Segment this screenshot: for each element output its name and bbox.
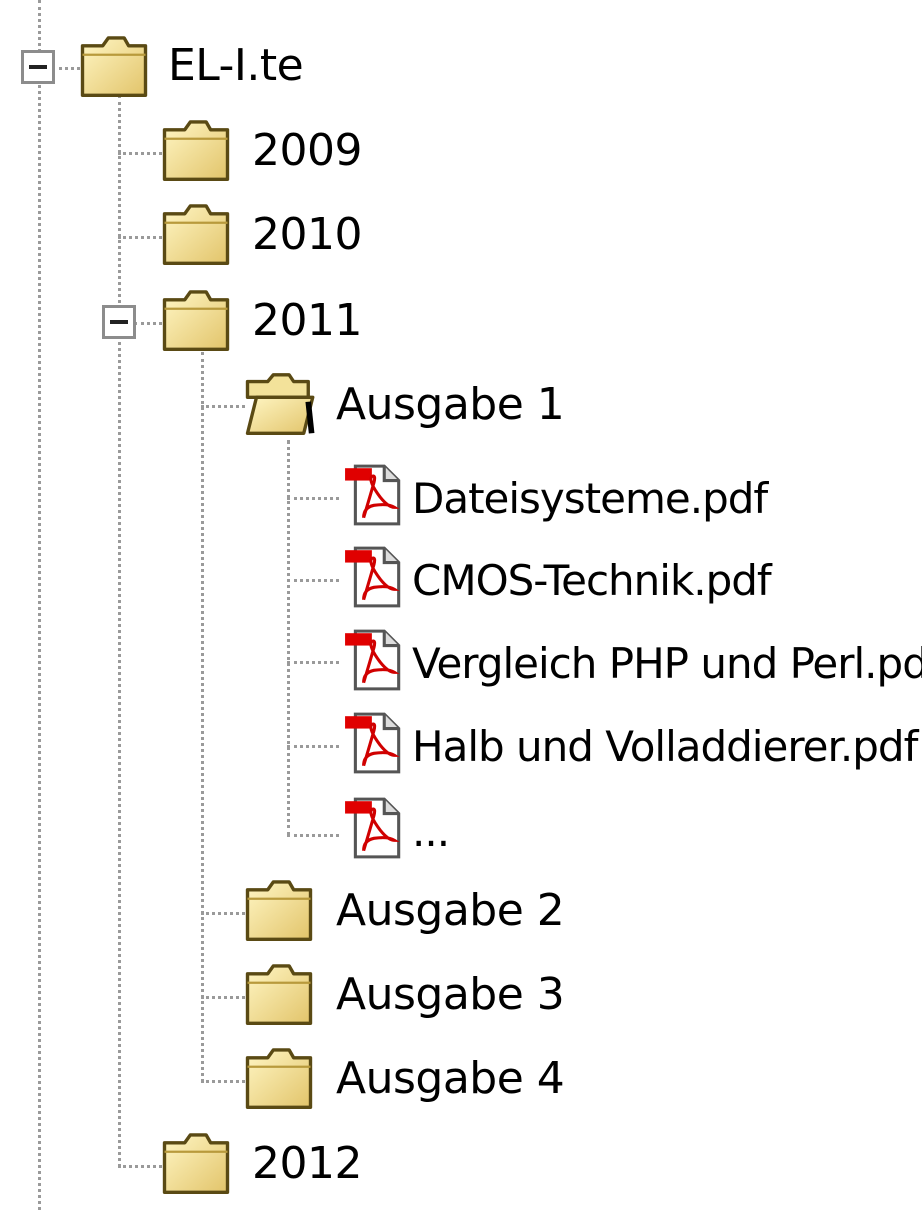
tree-connector-line bbox=[287, 745, 339, 748]
folder-icon bbox=[160, 198, 232, 270]
file-item-label[interactable]: Halb und Volladdierer.pdf bbox=[412, 723, 918, 771]
tree-connector-line bbox=[287, 661, 339, 664]
pdf-file-icon bbox=[343, 462, 409, 528]
folder-icon bbox=[243, 958, 315, 1030]
folder-tree: EL-I.te 2009 2010 2011 Ausgabe 1 Dateisy… bbox=[0, 0, 922, 1210]
tree-connector-line bbox=[287, 579, 339, 582]
tree-connector-line bbox=[52, 67, 80, 70]
tree-node-ausgabe-4-label[interactable]: Ausgabe 4 bbox=[336, 1055, 565, 1103]
folder-icon bbox=[243, 874, 315, 946]
tree-node-2010-label[interactable]: 2010 bbox=[252, 211, 362, 259]
tree-node-2012-label[interactable]: 2012 bbox=[252, 1140, 362, 1188]
tree-node-ausgabe-1-label[interactable]: Ausgabe 1 bbox=[336, 381, 565, 429]
tree-connector-line bbox=[201, 405, 245, 408]
pdf-file-icon bbox=[343, 710, 409, 776]
tree-node-ausgabe-3-label[interactable]: Ausgabe 3 bbox=[336, 971, 565, 1019]
file-item-label[interactable]: Vergleich PHP und Perl.pdf bbox=[412, 640, 922, 688]
file-item-label[interactable]: CMOS-Technik.pdf bbox=[412, 557, 772, 605]
tree-connector-line bbox=[134, 322, 162, 325]
tree-connector-line bbox=[118, 1165, 162, 1168]
tree-node-root-label[interactable]: EL-I.te bbox=[168, 42, 304, 90]
file-item-label[interactable]: Dateisysteme.pdf bbox=[412, 475, 768, 523]
pdf-file-icon bbox=[343, 544, 409, 610]
tree-connector-line bbox=[287, 834, 339, 837]
tree-node-ausgabe-2-label[interactable]: Ausgabe 2 bbox=[336, 887, 565, 935]
folder-icon bbox=[78, 30, 150, 102]
tree-connector-line bbox=[201, 996, 245, 999]
tree-connector-line bbox=[287, 497, 339, 500]
folder-icon bbox=[160, 114, 232, 186]
folder-icon bbox=[160, 1127, 232, 1199]
collapse-toggle-root[interactable] bbox=[21, 50, 55, 84]
folder-icon bbox=[160, 284, 232, 356]
file-item-label[interactable]: ... bbox=[412, 808, 450, 856]
collapse-toggle-2011[interactable] bbox=[102, 305, 136, 339]
tree-connector-line bbox=[201, 912, 245, 915]
tree-node-2011-label[interactable]: 2011 bbox=[252, 297, 362, 345]
tree-connector-line bbox=[118, 95, 121, 1167]
tree-connector-line bbox=[118, 152, 162, 155]
pdf-file-icon bbox=[343, 627, 409, 693]
open-folder-icon bbox=[243, 368, 315, 440]
folder-icon bbox=[243, 1042, 315, 1114]
tree-connector-line bbox=[201, 352, 204, 1082]
tree-connector-line bbox=[201, 1080, 245, 1083]
pdf-file-icon bbox=[343, 795, 409, 861]
tree-connector-line bbox=[118, 236, 162, 239]
tree-node-2009-label[interactable]: 2009 bbox=[252, 127, 362, 175]
tree-connector-line bbox=[38, 0, 41, 1210]
